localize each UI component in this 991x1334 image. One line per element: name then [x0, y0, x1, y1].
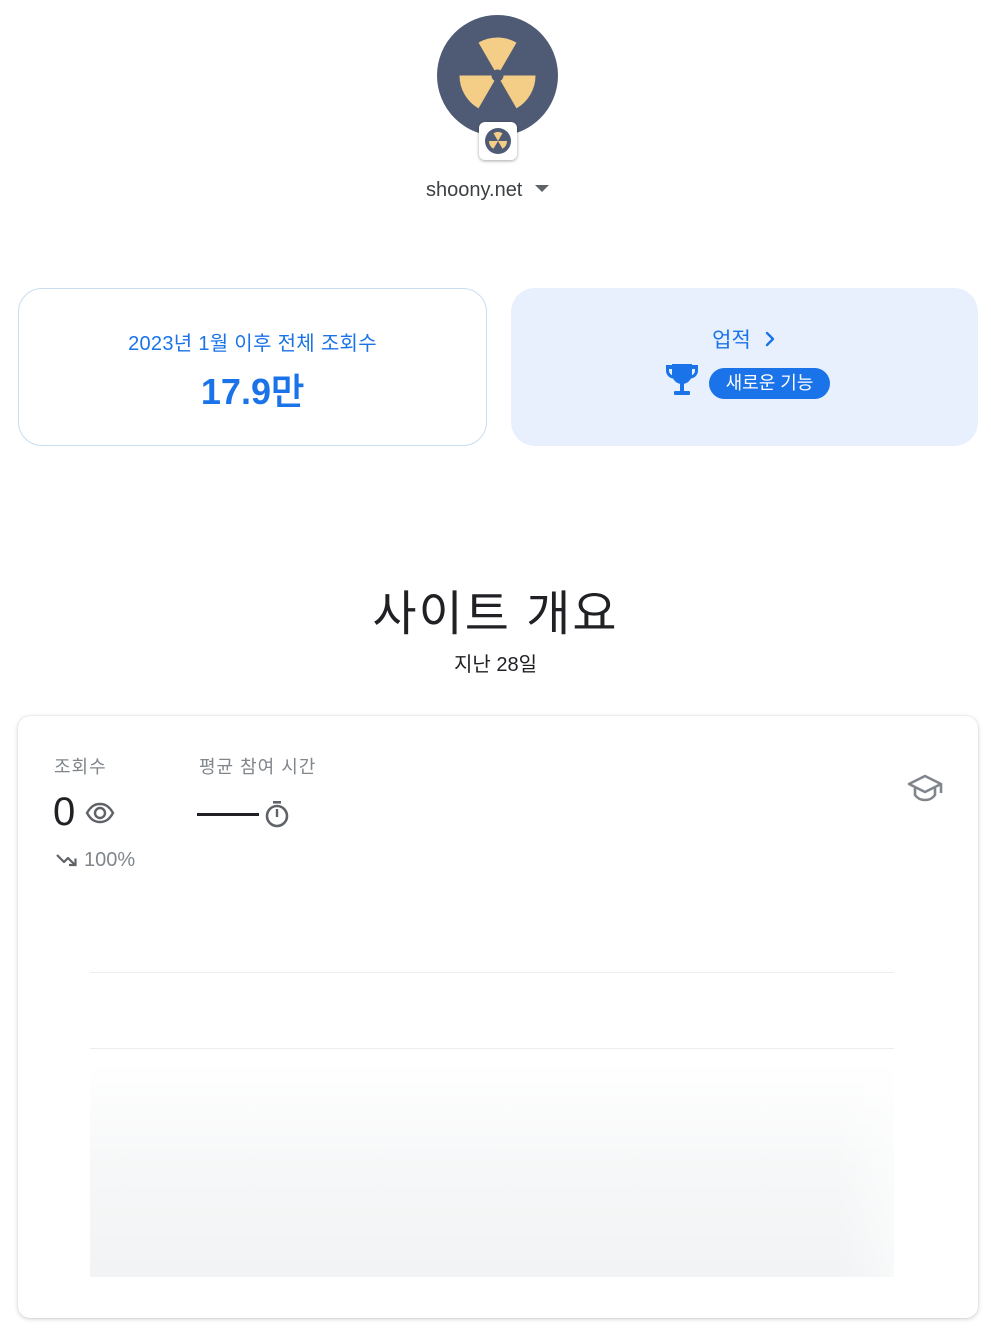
chart-gridline — [90, 972, 894, 973]
achievements-label: 업적 — [712, 329, 751, 352]
total-views-card: 2023년 1월 이후 전체 조회수 17.9만 — [18, 288, 487, 446]
site-header: shoony.net — [0, 0, 991, 230]
school-icon[interactable] — [907, 774, 943, 804]
trending-down-icon — [56, 854, 77, 867]
engagement-metric-label: 평균 참여 시간 — [199, 757, 317, 777]
radiation-icon — [459, 37, 536, 109]
total-views-label: 2023년 1월 이후 전체 조회수 — [128, 333, 377, 355]
overview-card: 조회수 평균 참여 시간 0 100% — [18, 716, 978, 1318]
engagement-metric-empty — [197, 813, 259, 816]
chevron-right-icon — [765, 331, 775, 347]
eye-icon — [85, 802, 115, 824]
views-change: 100% — [84, 849, 136, 871]
achievements-card[interactable]: 업적 — [511, 288, 978, 446]
new-feature-badge: 새로운 기능 — [709, 368, 830, 399]
site-selector[interactable]: shoony.net — [426, 176, 550, 204]
chart-gridline — [90, 1048, 894, 1049]
site-name: shoony.net — [426, 178, 523, 201]
views-metric-value: 0 — [53, 790, 76, 834]
views-chart-area — [90, 1062, 894, 1277]
total-views-value: 17.9만 — [200, 371, 305, 412]
site-badge — [479, 122, 517, 160]
page-title: 사이트 개요 — [372, 588, 619, 641]
site-avatar[interactable] — [437, 15, 558, 136]
achievements-header: 업적 — [511, 324, 978, 354]
period-label: 지난 28일 — [453, 654, 537, 676]
trophy-icon — [666, 364, 698, 395]
timer-icon — [265, 801, 289, 828]
chevron-down-icon — [535, 184, 550, 192]
views-metric-label: 조회수 — [54, 757, 107, 777]
radiation-icon — [485, 128, 511, 154]
